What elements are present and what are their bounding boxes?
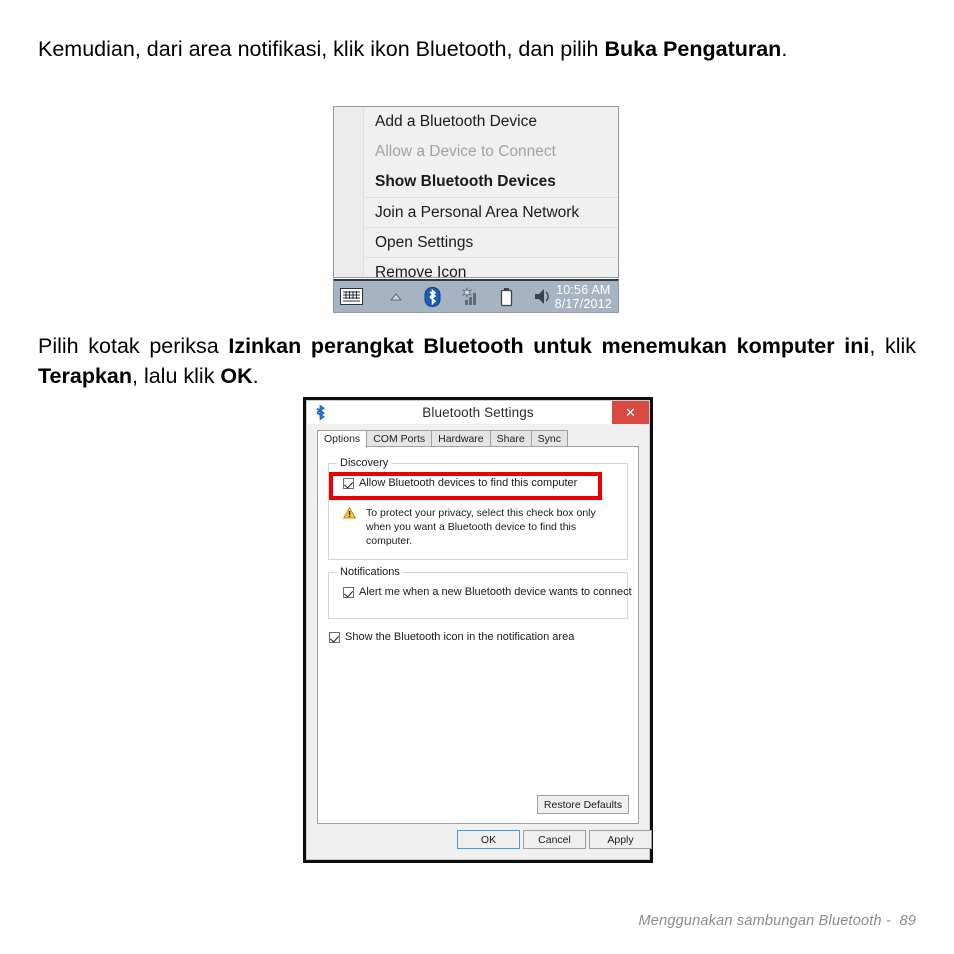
privacy-warning: To protect your privacy, select this che…	[342, 506, 617, 548]
tab-options[interactable]: Options	[317, 430, 368, 448]
checkbox-icon[interactable]	[343, 478, 354, 489]
dialog-button-bar: OK Cancel Apply	[308, 824, 652, 858]
clock-time: 10:56 AM	[556, 282, 611, 297]
menu-item-join-personal-area-network[interactable]: Join a Personal Area Network	[365, 197, 618, 227]
dialog-inner-frame: Bluetooth Settings ✕ Options COM Ports H…	[306, 400, 652, 860]
menu-item-open-settings[interactable]: Open Settings	[365, 227, 618, 257]
volume-icon[interactable]	[533, 281, 551, 312]
para2-bold-checkbox: Izinkan perangkat Bluetooth untuk menemu…	[228, 334, 870, 358]
para1-pre: Kemudian, dari area notifikasi, klik iko…	[38, 37, 605, 61]
dialog-title-bar[interactable]: Bluetooth Settings ✕	[307, 401, 649, 424]
privacy-warning-text: To protect your privacy, select this che…	[366, 507, 596, 547]
notification-area-figure: Add a Bluetooth Device Allow a Device to…	[333, 106, 621, 313]
allow-discovery-checkbox-row[interactable]: Allow Bluetooth devices to find this com…	[343, 477, 577, 490]
menu-gutter	[334, 107, 364, 277]
discovery-groupbox: Discovery Allow Bluetooth devices to fin…	[328, 457, 628, 560]
tab-hardware[interactable]: Hardware	[431, 430, 491, 447]
clock-date: 8/17/2012	[554, 296, 612, 311]
menu-item-add-bluetooth-device[interactable]: Add a Bluetooth Device	[365, 107, 618, 137]
dialog-title: Bluetooth Settings	[422, 405, 534, 420]
alert-me-checkbox-row[interactable]: Alert me when a new Bluetooth device wan…	[343, 586, 632, 599]
menu-item-allow-device-to-connect: Allow a Device to Connect	[365, 137, 618, 167]
keyboard-icon[interactable]	[334, 281, 368, 312]
show-hidden-icons-chevron[interactable]	[388, 281, 404, 312]
instruction-paragraph-1: Kemudian, dari area notifikasi, klik iko…	[38, 34, 916, 64]
notifications-group-label: Notifications	[337, 566, 403, 578]
para2-mid1: , klik	[869, 334, 917, 358]
para2-bold-apply: Terapkan	[38, 364, 132, 388]
menu-item-label: Show Bluetooth Devices	[375, 173, 556, 190]
menu-item-label: Join a Personal Area Network	[375, 204, 580, 221]
close-icon[interactable]: ✕	[612, 401, 649, 424]
tab-share[interactable]: Share	[489, 430, 532, 447]
para2-bold-ok: OK	[220, 364, 253, 388]
page-footer: Menggunakan sambungan Bluetooth - 89	[638, 913, 916, 929]
bluetooth-settings-dialog[interactable]: Bluetooth Settings ✕ Options COM Ports H…	[303, 397, 653, 863]
allow-discovery-checkbox-label: Allow Bluetooth devices to find this com…	[359, 477, 578, 489]
para2-pre: Pilih kotak periksa	[38, 334, 229, 358]
bluetooth-context-menu[interactable]: Add a Bluetooth Device Allow a Device to…	[333, 106, 619, 281]
menu-item-label: Add a Bluetooth Device	[375, 113, 537, 130]
wireless-signal-icon[interactable]	[461, 281, 480, 312]
taskbar-clock[interactable]: 10:56 AM 8/17/2012	[555, 283, 618, 311]
para1-bold: Buka Pengaturan	[604, 37, 782, 61]
checkbox-icon[interactable]	[343, 587, 354, 598]
dialog-body: Options COM Ports Hardware Share Sync Di…	[308, 425, 652, 858]
para2-mid2: , lalu klik	[132, 364, 221, 388]
battery-icon[interactable]	[500, 281, 513, 312]
menu-item-label: Open Settings	[375, 234, 474, 251]
bluetooth-icon	[313, 404, 328, 426]
para1-post: .	[781, 37, 788, 61]
discovery-group-label: Discovery	[337, 457, 392, 469]
cancel-button[interactable]: Cancel	[523, 830, 586, 849]
tab-com-ports[interactable]: COM Ports	[366, 430, 433, 447]
options-tab-page: Discovery Allow Bluetooth devices to fin…	[317, 446, 639, 824]
menu-item-list: Add a Bluetooth Device Allow a Device to…	[365, 107, 618, 281]
menu-item-label: Allow a Device to Connect	[375, 143, 556, 160]
alert-me-checkbox-label: Alert me when a new Bluetooth device wan…	[359, 586, 632, 598]
show-bluetooth-icon-checkbox-label: Show the Bluetooth icon in the notificat…	[345, 631, 575, 643]
checkbox-icon[interactable]	[329, 632, 340, 643]
warning-icon	[342, 506, 357, 524]
para2-post: .	[252, 364, 259, 388]
tab-sync[interactable]: Sync	[530, 430, 569, 447]
instruction-paragraph-2: Pilih kotak periksa Izinkan perangkat Bl…	[38, 331, 916, 391]
notifications-groupbox: Notifications Alert me when a new Blueto…	[328, 566, 632, 619]
menu-item-show-bluetooth-devices[interactable]: Show Bluetooth Devices	[365, 167, 618, 197]
restore-defaults-button[interactable]: Restore Defaults	[537, 795, 629, 814]
apply-button[interactable]: Apply	[589, 830, 652, 849]
taskbar-notification-area[interactable]: 10:56 AM 8/17/2012	[333, 279, 619, 313]
bluetooth-icon[interactable]	[424, 281, 441, 312]
show-bluetooth-icon-checkbox-row[interactable]: Show the Bluetooth icon in the notificat…	[329, 631, 574, 644]
ok-button[interactable]: OK	[457, 830, 520, 849]
